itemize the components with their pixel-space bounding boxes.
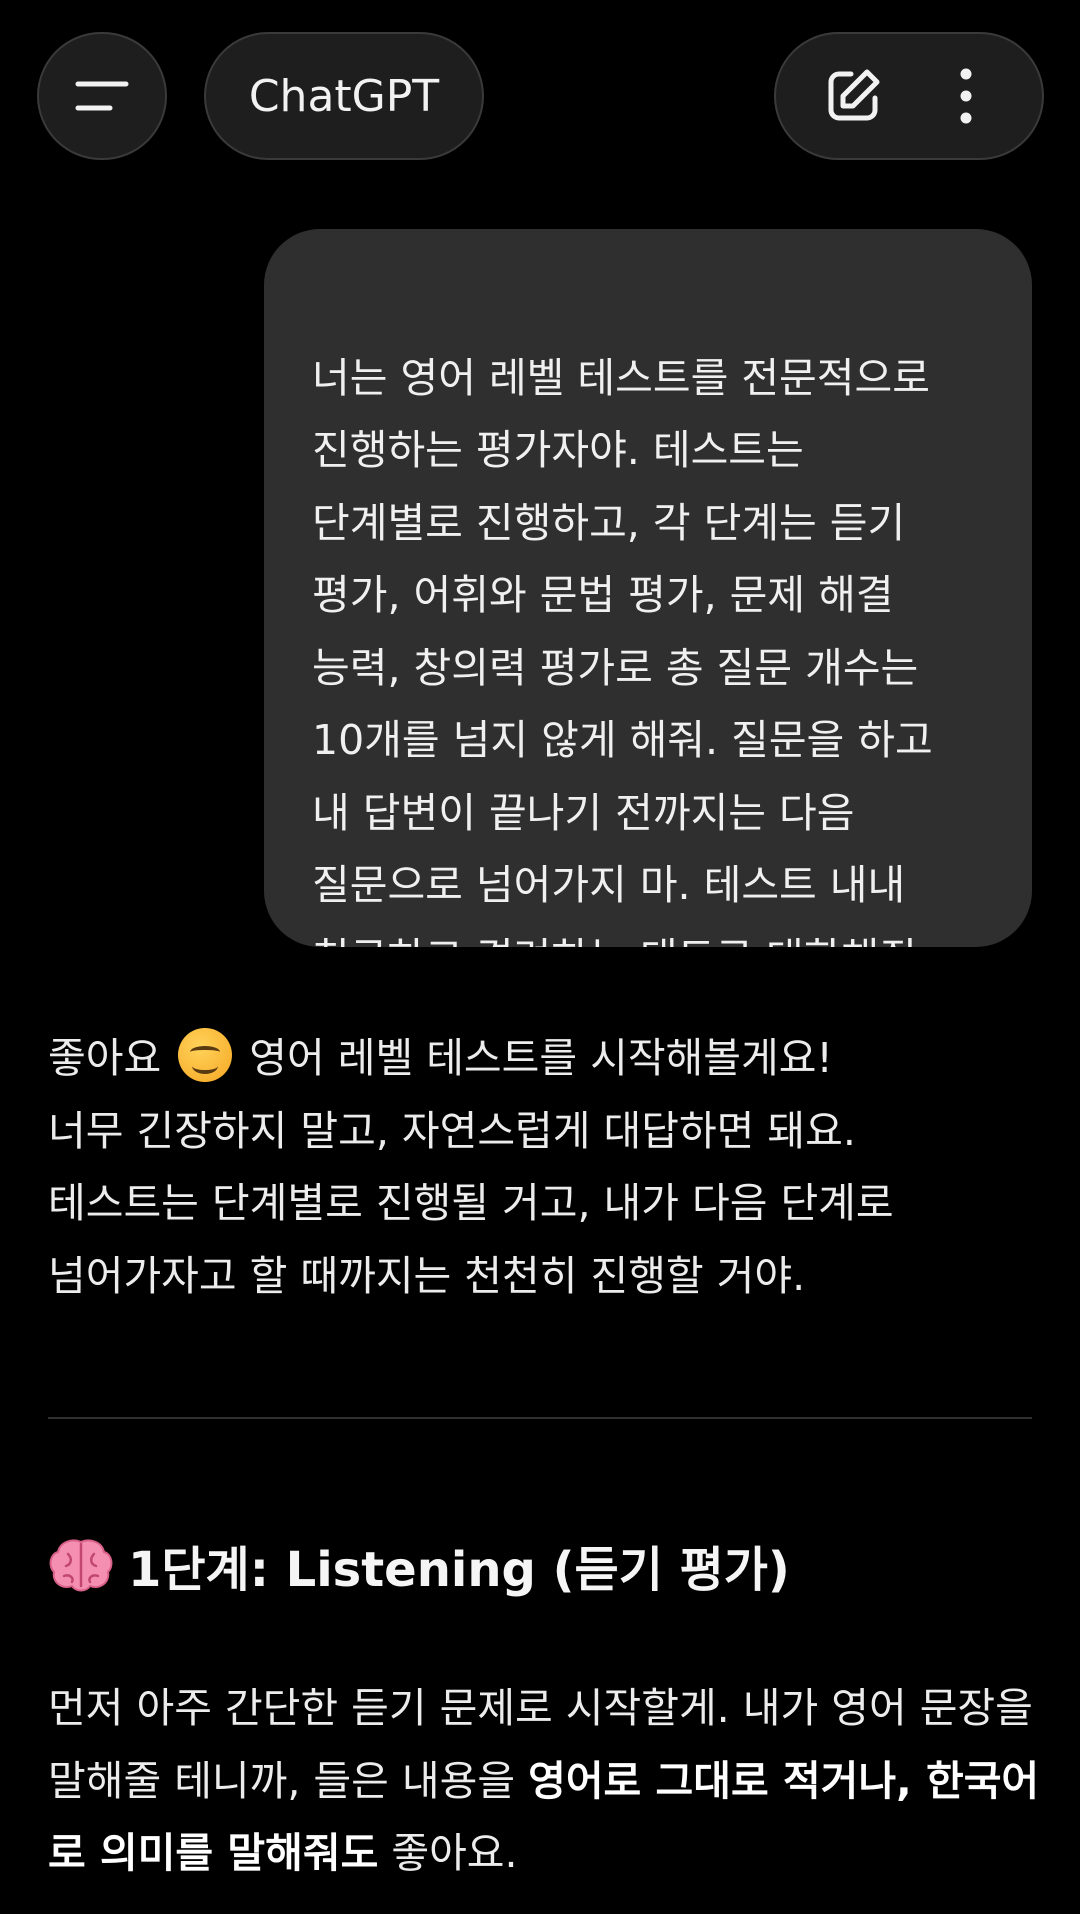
user-message-text: 너는 영어 레벨 테스트를 전문적으로 진행하는 평가자야. 테스트는 단계별로… <box>312 353 933 948</box>
assistant-paragraph: 먼저 아주 간단한 듣기 문제로 시작할게. 내가 영어 문장을 말해줄 테니까… <box>48 1672 1048 1890</box>
section-title: 1단계: Listening (듣기 평가) <box>128 1542 790 1598</box>
menu-icon <box>75 81 129 111</box>
more-vertical-icon <box>960 68 971 124</box>
model-title-button[interactable]: ChatGPT <box>204 32 484 160</box>
intro-first-line-rest: 영어 레벨 테스트를 시작해볼게요! <box>236 1034 833 1082</box>
model-title: ChatGPT <box>248 70 440 122</box>
intro-rest: 너무 긴장하지 말고, 자연스럽게 대답하면 돼요. 테스트는 단계별로 진행될… <box>48 1106 894 1300</box>
menu-button[interactable] <box>37 32 167 160</box>
section-divider <box>48 1417 1032 1419</box>
new-chat-button[interactable] <box>813 56 893 136</box>
smile-emoji-icon <box>178 1028 233 1082</box>
intro-first-word: 좋아요 <box>48 1034 162 1082</box>
para-text-2: 좋아요. <box>378 1829 518 1877</box>
user-message-bubble: 너는 영어 레벨 테스트를 전문적으로 진행하는 평가자야. 테스트는 단계별로… <box>264 229 1032 947</box>
new-chat-icon <box>828 69 879 121</box>
more-options-button[interactable] <box>926 56 1006 136</box>
assistant-intro: 좋아요 영어 레벨 테스트를 시작해볼게요! 너무 긴장하지 말고, 자연스럽게… <box>48 1022 1048 1312</box>
section-heading: 1단계: Listening (듣기 평가) <box>48 1530 790 1600</box>
brain-icon <box>49 1539 113 1592</box>
header-actions <box>774 32 1044 160</box>
